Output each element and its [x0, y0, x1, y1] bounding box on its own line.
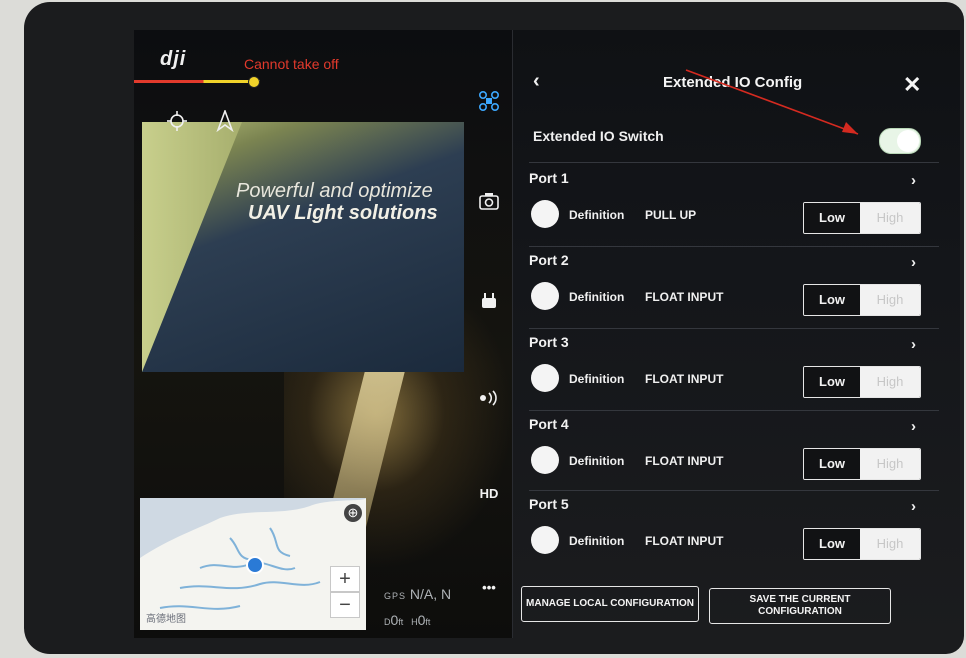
chevron-right-icon[interactable]: › [911, 418, 916, 435]
port-row[interactable]: Port 2 › Definition FLOAT INPUT Low High [513, 252, 960, 334]
divider [529, 246, 939, 247]
port-radio[interactable] [531, 282, 559, 310]
level-segmented-control: Low High [803, 528, 921, 560]
level-low-option[interactable]: Low [804, 529, 860, 559]
port-radio[interactable] [531, 526, 559, 554]
port-radio[interactable] [531, 446, 559, 474]
save-label-line1: SAVE THE CURRENT [749, 594, 851, 605]
chevron-right-icon[interactable]: › [911, 336, 916, 353]
port-row[interactable]: Port 5 › Definition FLOAT INPUT Low High [513, 496, 960, 578]
signal-icon[interactable] [476, 390, 502, 409]
map-locate-icon[interactable]: ⊕ [344, 504, 362, 522]
level-segmented-control: Low High [803, 284, 921, 316]
height-unit: ft [425, 617, 431, 627]
port-row[interactable]: Port 1 › Definition PULL UP Low High [513, 170, 960, 252]
aircraft-location-marker [246, 556, 264, 574]
mini-map[interactable]: ⊕ + − 高德地图 [140, 498, 366, 630]
level-segmented-control: Low High [803, 366, 921, 398]
map-zoom-in-button[interactable]: + [330, 566, 360, 592]
more-options-icon[interactable]: ••• [476, 580, 502, 595]
level-low-option[interactable]: Low [804, 449, 860, 479]
definition-value: FLOAT INPUT [645, 454, 724, 468]
port-title: Port 5 [529, 496, 569, 512]
definition-label: Definition [569, 454, 625, 468]
navigation-arrow-icon[interactable] [216, 108, 234, 137]
camera-scene-poster: Powerful and optimize UAV Light solution… [142, 122, 464, 372]
divider [529, 410, 939, 411]
port-radio[interactable] [531, 364, 559, 392]
port-title: Port 1 [529, 170, 569, 186]
poster-wedge [142, 122, 242, 372]
map-credit: 高德地图 [146, 614, 186, 625]
poster-text-line1: Powerful and optimize [236, 180, 433, 202]
distance-height-readout: D0ft H0ft [384, 612, 430, 628]
chevron-right-icon[interactable]: › [911, 254, 916, 271]
port-row[interactable]: Port 4 › Definition FLOAT INPUT Low High [513, 416, 960, 498]
level-high-option[interactable]: High [860, 367, 920, 397]
port-title: Port 2 [529, 252, 569, 268]
gimbal-reset-icon[interactable] [166, 110, 188, 137]
map-zoom-out-button[interactable]: − [330, 592, 360, 618]
camera-view[interactable]: Powerful and optimize UAV Light solution… [134, 30, 512, 638]
status-topbar: dji Cannot take off [134, 30, 512, 100]
level-segmented-control: Low High [803, 202, 921, 234]
definition-value: FLOAT INPUT [645, 290, 724, 304]
chevron-right-icon[interactable]: › [911, 172, 916, 189]
extended-io-switch-toggle[interactable] [879, 128, 921, 154]
switch-knob [897, 130, 919, 152]
divider [529, 328, 939, 329]
save-current-configuration-button[interactable]: SAVE THE CURRENT CONFIGURATION [709, 588, 891, 624]
port-title: Port 4 [529, 416, 569, 432]
manage-local-configuration-label: MANAGE LOCAL CONFIGURATION [526, 598, 694, 609]
battery-status-bar [134, 80, 260, 83]
definition-value: FLOAT INPUT [645, 534, 724, 548]
distance-unit: ft [398, 617, 404, 627]
level-high-option[interactable]: High [860, 285, 920, 315]
dji-logo[interactable]: dji [160, 48, 186, 71]
save-label-line2: CONFIGURATION [758, 606, 842, 617]
divider [529, 490, 939, 491]
annotation-arrow [685, 69, 859, 135]
remote-controller-icon[interactable] [476, 292, 502, 313]
definition-label: Definition [569, 372, 625, 386]
definition-label: Definition [569, 534, 625, 548]
definition-label: Definition [569, 290, 625, 304]
close-icon[interactable]: ✕ [903, 72, 921, 98]
level-high-option[interactable]: High [860, 203, 920, 233]
port-radio[interactable] [531, 200, 559, 228]
return-home-marker [248, 76, 260, 88]
manage-local-configuration-button[interactable]: MANAGE LOCAL CONFIGURATION [521, 586, 699, 622]
divider [529, 162, 939, 163]
level-low-option[interactable]: Low [804, 367, 860, 397]
gps-value: N/A, N [409, 586, 452, 602]
level-segmented-control: Low High [803, 448, 921, 480]
port-title: Port 3 [529, 334, 569, 350]
poster-text-line2: UAV Light solutions [248, 202, 438, 224]
level-high-option[interactable]: High [860, 449, 920, 479]
definition-value: PULL UP [645, 208, 697, 222]
level-low-option[interactable]: Low [804, 203, 860, 233]
port-row[interactable]: Port 3 › Definition FLOAT INPUT Low High [513, 334, 960, 416]
gps-readout: GPS N/A, N [384, 586, 451, 602]
hd-video-button[interactable]: HD [476, 486, 502, 501]
level-high-option[interactable]: High [860, 529, 920, 559]
definition-value: FLOAT INPUT [645, 372, 724, 386]
chevron-right-icon[interactable]: › [911, 498, 916, 515]
level-low-option[interactable]: Low [804, 285, 860, 315]
definition-label: Definition [569, 208, 625, 222]
gps-label: GPS [384, 591, 407, 601]
takeoff-status-text: Cannot take off [244, 56, 339, 72]
camera-settings-icon[interactable] [476, 192, 502, 213]
